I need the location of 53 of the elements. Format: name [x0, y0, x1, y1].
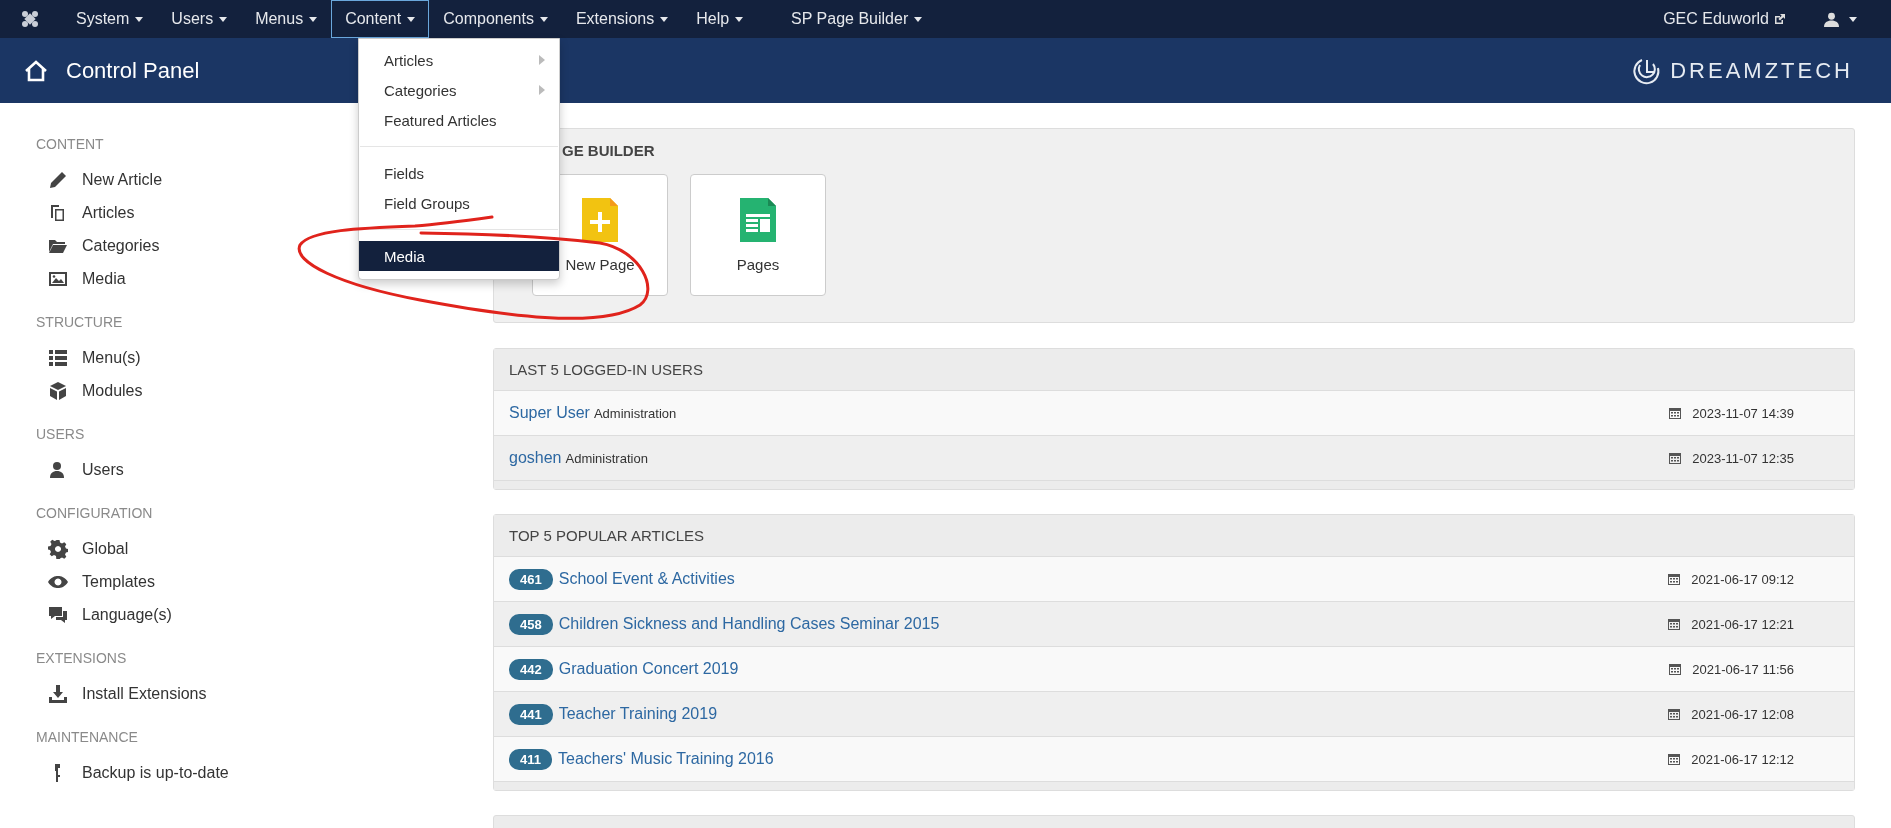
article-date: 2021-06-17 12:21	[1691, 616, 1794, 632]
section-heading: USERS	[36, 425, 86, 444]
hits-badge: 441	[509, 703, 553, 725]
section-heading: STRUCTURE	[36, 313, 124, 332]
article-link[interactable]: Teachers' Music Training 2016	[558, 750, 774, 768]
user-role: Administration	[565, 450, 648, 466]
nav-menu[interactable]: Users	[157, 0, 242, 38]
section-heading: CONFIGURATION	[36, 504, 154, 523]
section-heading: CONTENT	[36, 135, 105, 154]
nav-menu[interactable]: SP Page Builder	[777, 0, 937, 38]
article-date: 2021-06-17 12:12	[1691, 751, 1794, 767]
article-link[interactable]: Graduation Concert 2019	[558, 660, 739, 678]
user-link[interactable]: Super User	[509, 404, 590, 422]
hits-badge: 442	[509, 658, 553, 680]
login-date: 2023-11-07 12:35	[1692, 450, 1794, 466]
section-heading: MAINTENANCE	[36, 728, 139, 747]
sidebar-item[interactable]: Users	[36, 453, 493, 486]
nav-menu[interactable]: Components	[429, 0, 562, 38]
user-role: Administration	[593, 405, 677, 421]
nav-menu[interactable]: System	[62, 0, 158, 38]
article-link[interactable]: Teacher Training 2019	[558, 705, 718, 723]
hits-badge: 458	[509, 613, 553, 635]
hits-badge: 411	[509, 748, 552, 770]
sidebar-item[interactable]: Menu(s)	[36, 341, 493, 374]
page-builder-tile[interactable]: Pages	[690, 174, 826, 296]
article-date: 2021-06-17 09:12	[1691, 571, 1794, 587]
brand-name: DREAMZTECH	[1670, 57, 1853, 84]
login-date: 2023-11-07 14:39	[1692, 405, 1794, 421]
user-link[interactable]: goshen	[509, 449, 562, 467]
panel-title: GE BUILDER	[561, 141, 656, 161]
menu-item[interactable]: Media	[359, 241, 559, 271]
section-heading: EXTENSIONS	[36, 649, 128, 668]
panel-title: LAST 5 LOGGED-IN USERS	[494, 349, 1854, 391]
menu-item[interactable]: Featured Articles	[359, 105, 559, 135]
nav-menu[interactable]: Extensions	[561, 0, 683, 38]
nav-menu[interactable]: Help	[682, 0, 758, 38]
sidebar-item[interactable]: Install Extensions	[36, 677, 493, 710]
sidebar-item[interactable]: Global	[36, 532, 493, 565]
article-link[interactable]: Children Sickness and Handling Cases Seminar 2015	[558, 615, 940, 633]
sidebar-item[interactable]: Modules	[36, 374, 493, 407]
sidebar-item[interactable]: Templates	[36, 565, 493, 598]
sidebar-item[interactable]: Backup is up-to-date	[36, 756, 493, 789]
article-date: 2021-06-17 11:56	[1692, 661, 1794, 677]
menu-item[interactable]: Articles	[359, 45, 559, 75]
site-link[interactable]: GEC Eduworld	[1663, 10, 1786, 28]
hits-badge: 461	[509, 568, 553, 590]
nav-menu[interactable]: Menus	[241, 0, 332, 38]
article-link[interactable]: School Event & Activities	[558, 570, 735, 588]
panel-title: TOP 5 POPULAR ARTICLES	[494, 515, 1854, 557]
page-title: Control Panel	[66, 57, 200, 84]
article-date: 2021-06-17 12:08	[1691, 706, 1794, 722]
menu-item[interactable]: Categories	[359, 75, 559, 105]
sidebar-item[interactable]: Language(s)	[36, 598, 493, 631]
